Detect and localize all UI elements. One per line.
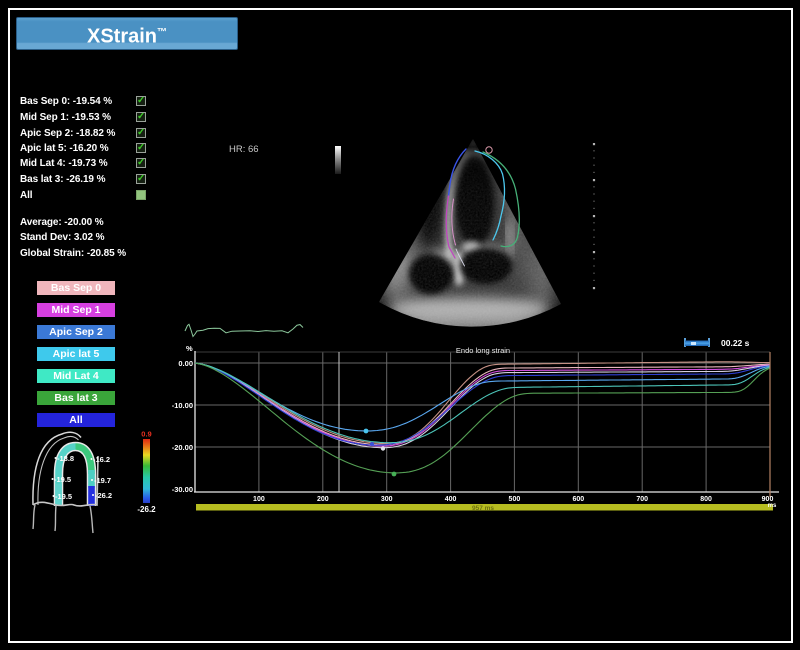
svg-text:0.9: 0.9 xyxy=(141,430,151,439)
svg-text:100: 100 xyxy=(253,496,265,503)
svg-text:-16.2: -16.2 xyxy=(93,455,110,464)
svg-text:-18.8: -18.8 xyxy=(57,454,74,463)
svg-text:800: 800 xyxy=(700,496,712,503)
svg-text:-19.5: -19.5 xyxy=(54,475,71,484)
svg-text:300: 300 xyxy=(381,496,393,503)
svg-text:-26.2: -26.2 xyxy=(137,505,156,514)
svg-text:900: 900 xyxy=(762,496,774,503)
svg-text:-19.7: -19.7 xyxy=(94,476,111,485)
svg-text:957 ms: 957 ms xyxy=(472,505,494,512)
svg-text:500: 500 xyxy=(509,496,521,503)
svg-text:%: % xyxy=(186,344,193,353)
svg-text:-30.00: -30.00 xyxy=(172,485,193,494)
svg-text:-20.00: -20.00 xyxy=(172,443,193,452)
svg-text:ms: ms xyxy=(768,503,777,509)
svg-text:700: 700 xyxy=(636,496,648,503)
svg-text:Endo long strain: Endo long strain xyxy=(456,346,510,355)
svg-text:600: 600 xyxy=(572,496,584,503)
svg-text:0.00: 0.00 xyxy=(178,359,193,368)
svg-text:-19.5: -19.5 xyxy=(55,492,72,501)
svg-text:400: 400 xyxy=(445,496,457,503)
svg-text:-10.00: -10.00 xyxy=(172,401,193,410)
svg-text:-26.2: -26.2 xyxy=(95,491,112,500)
svg-text:200: 200 xyxy=(317,496,329,503)
svg-text:00.22 s: 00.22 s xyxy=(721,338,750,348)
